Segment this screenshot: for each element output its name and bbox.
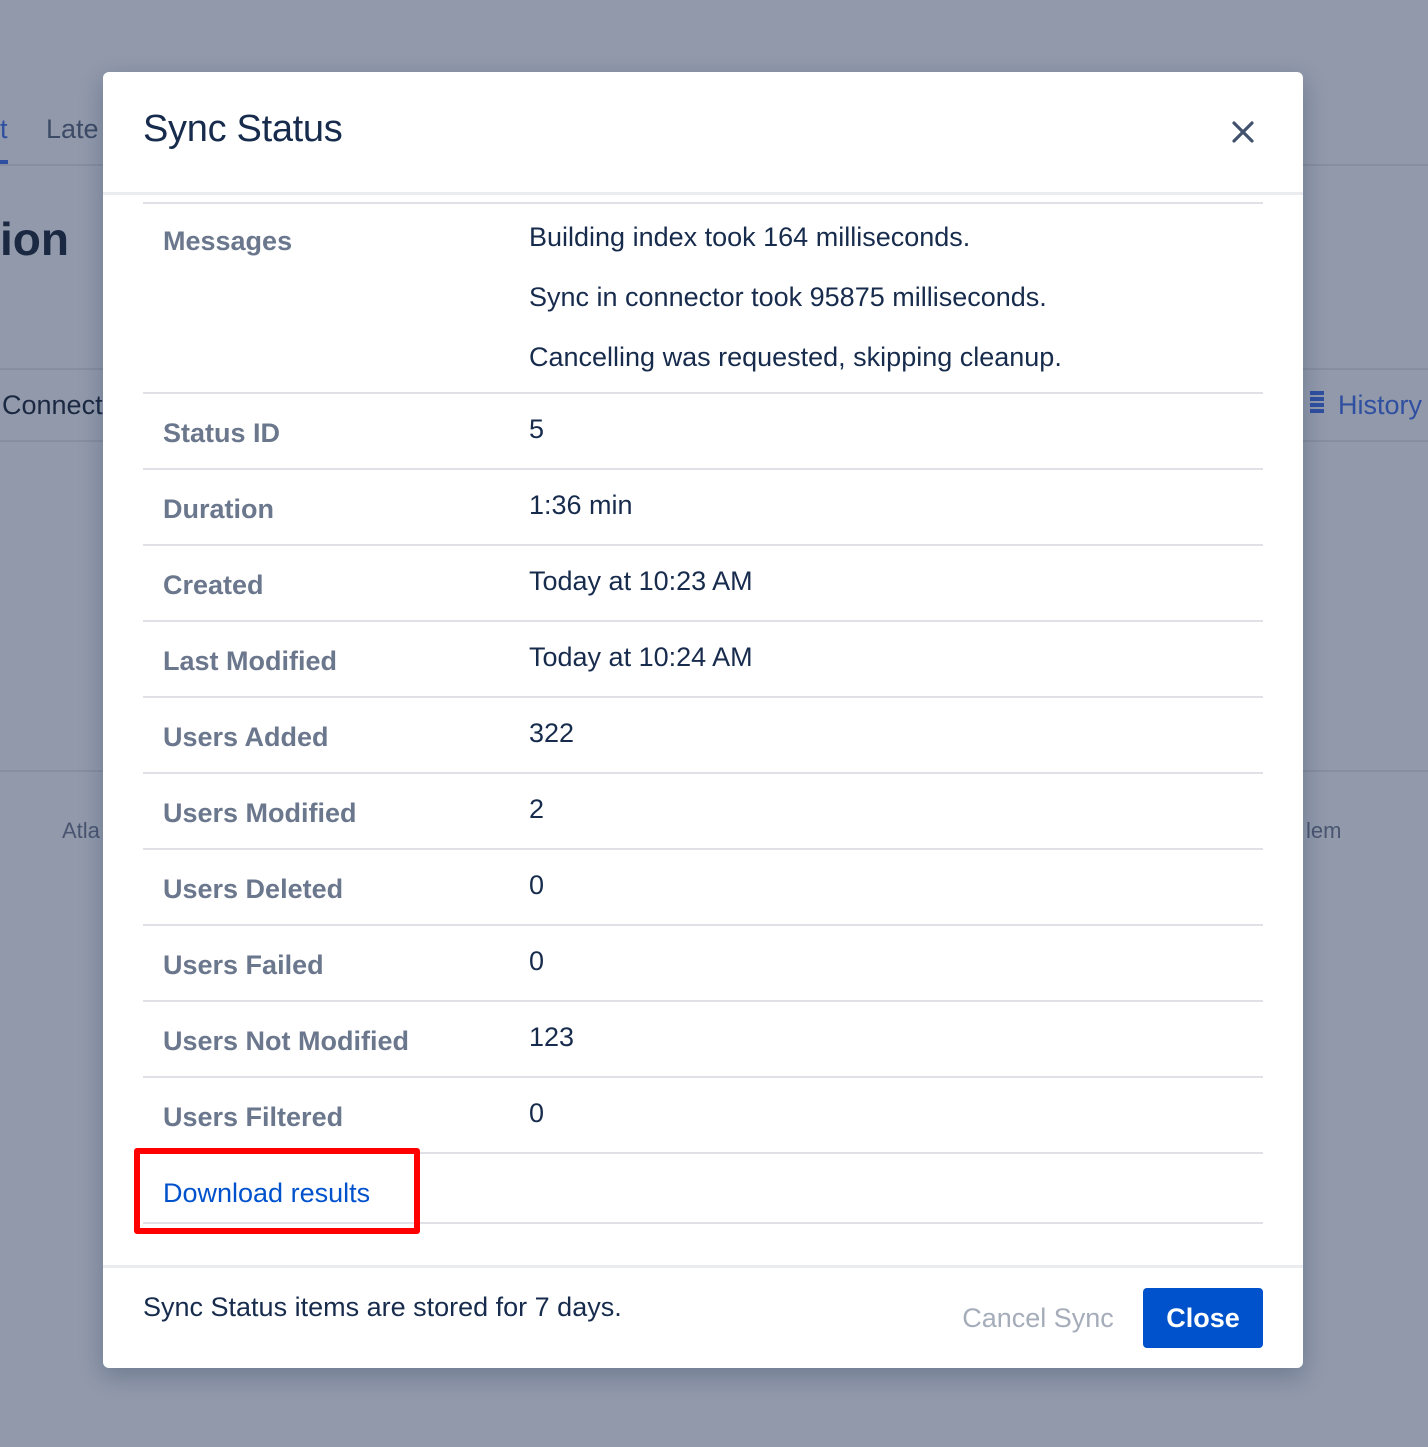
background-connector-text: Connect [2, 390, 103, 420]
close-icon[interactable] [1225, 114, 1261, 150]
highlight-annotation [134, 1148, 420, 1234]
background-tab-latest[interactable]: Late [46, 114, 99, 145]
status-id-label: Status ID [163, 418, 281, 448]
close-button[interactable]: Close [1143, 1288, 1263, 1348]
users-added-label: Users Added [163, 722, 329, 752]
users-added-value: 322 [529, 718, 575, 748]
details-row-users-failed: Users Failed 0 [143, 926, 1263, 1002]
details-row-users-added: Users Added 322 [143, 698, 1263, 774]
messages-label: Messages [163, 226, 293, 256]
duration-label: Duration [163, 494, 274, 524]
list-icon [1310, 390, 1324, 421]
details-row-last-modified: Last Modified Today at 10:24 AM [143, 622, 1263, 698]
cancel-sync-button[interactable]: Cancel Sync [943, 1288, 1133, 1348]
users-filtered-value: 0 [529, 1098, 545, 1128]
users-deleted-label: Users Deleted [163, 874, 344, 904]
details-row-users-filtered: Users Filtered 0 [143, 1078, 1263, 1154]
status-id-value: 5 [529, 414, 545, 444]
users-failed-value: 0 [529, 946, 545, 976]
users-failed-label: Users Failed [163, 950, 324, 980]
last-modified-value: Today at 10:24 AM [529, 642, 753, 672]
users-filtered-label: Users Filtered [163, 1102, 344, 1132]
background-footer-right-text: lem [1306, 818, 1342, 843]
sync-status-dialog: Sync Status Messages Building index took… [103, 72, 1303, 1368]
message-line: Building index took 164 milliseconds. [529, 222, 971, 252]
dialog-body: Messages Building index took 164 millise… [103, 195, 1303, 1265]
background-footer-left-text: Atla [62, 818, 100, 843]
users-modified-label: Users Modified [163, 798, 357, 828]
created-value: Today at 10:23 AM [529, 566, 753, 596]
users-modified-value: 2 [529, 794, 545, 824]
users-deleted-value: 0 [529, 870, 545, 900]
footer-divider [103, 1265, 1303, 1268]
history-link[interactable]: History [1310, 390, 1422, 421]
message-line: Cancelling was requested, skipping clean… [529, 342, 1062, 372]
details-row-users-not-modified: Users Not Modified 123 [143, 1002, 1263, 1078]
users-not-modified-value: 123 [529, 1022, 575, 1052]
dialog-header: Sync Status [103, 72, 1303, 192]
history-label: History [1338, 390, 1423, 420]
duration-value: 1:36 min [529, 490, 633, 520]
details-row-users-modified: Users Modified 2 [143, 774, 1263, 850]
background-page-heading: ion [0, 213, 69, 265]
background-tab-current[interactable]: t [0, 114, 8, 145]
details-row-messages: Messages Building index took 164 millise… [143, 204, 1263, 394]
last-modified-label: Last Modified [163, 646, 337, 676]
message-line: Sync in connector took 95875 millisecond… [529, 282, 1047, 312]
details-row-duration: Duration 1:36 min [143, 470, 1263, 546]
retention-note: Sync Status items are stored for 7 days. [143, 1292, 622, 1322]
users-not-modified-label: Users Not Modified [163, 1026, 410, 1056]
details-row-created: Created Today at 10:23 AM [143, 546, 1263, 622]
dialog-title: Sync Status [143, 108, 343, 150]
details-row-status-id: Status ID 5 [143, 394, 1263, 470]
details-row-users-deleted: Users Deleted 0 [143, 850, 1263, 926]
created-label: Created [163, 570, 264, 600]
